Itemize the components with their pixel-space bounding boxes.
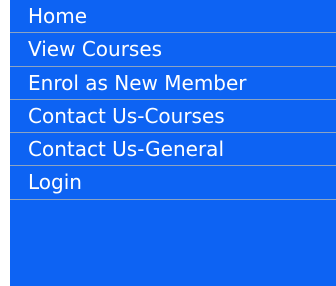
nav-item-enrol[interactable]: Enrol as New Member: [10, 67, 336, 100]
nav-item-login[interactable]: Login: [10, 166, 336, 200]
nav-item-home[interactable]: Home: [10, 0, 336, 34]
nav-item-label: Home: [28, 4, 88, 28]
nav-item-label: Contact Us-General: [28, 137, 224, 162]
navigation-menu: Home View Courses Enrol as New Member Co…: [0, 0, 336, 286]
nav-list: Home View Courses Enrol as New Member Co…: [10, 0, 336, 200]
nav-item-label: Login: [28, 170, 82, 195]
nav-item-label: View Courses: [28, 37, 163, 62]
nav-item-label: Enrol as New Member: [28, 70, 247, 95]
nav-filler: [10, 199, 336, 252]
nav-item-label: Contact Us-Courses: [28, 103, 225, 128]
nav-item-contact-general[interactable]: Contact Us-General: [10, 133, 336, 167]
nav-item-contact-courses[interactable]: Contact Us-Courses: [10, 100, 336, 134]
nav-item-view-courses[interactable]: View Courses: [10, 33, 336, 67]
